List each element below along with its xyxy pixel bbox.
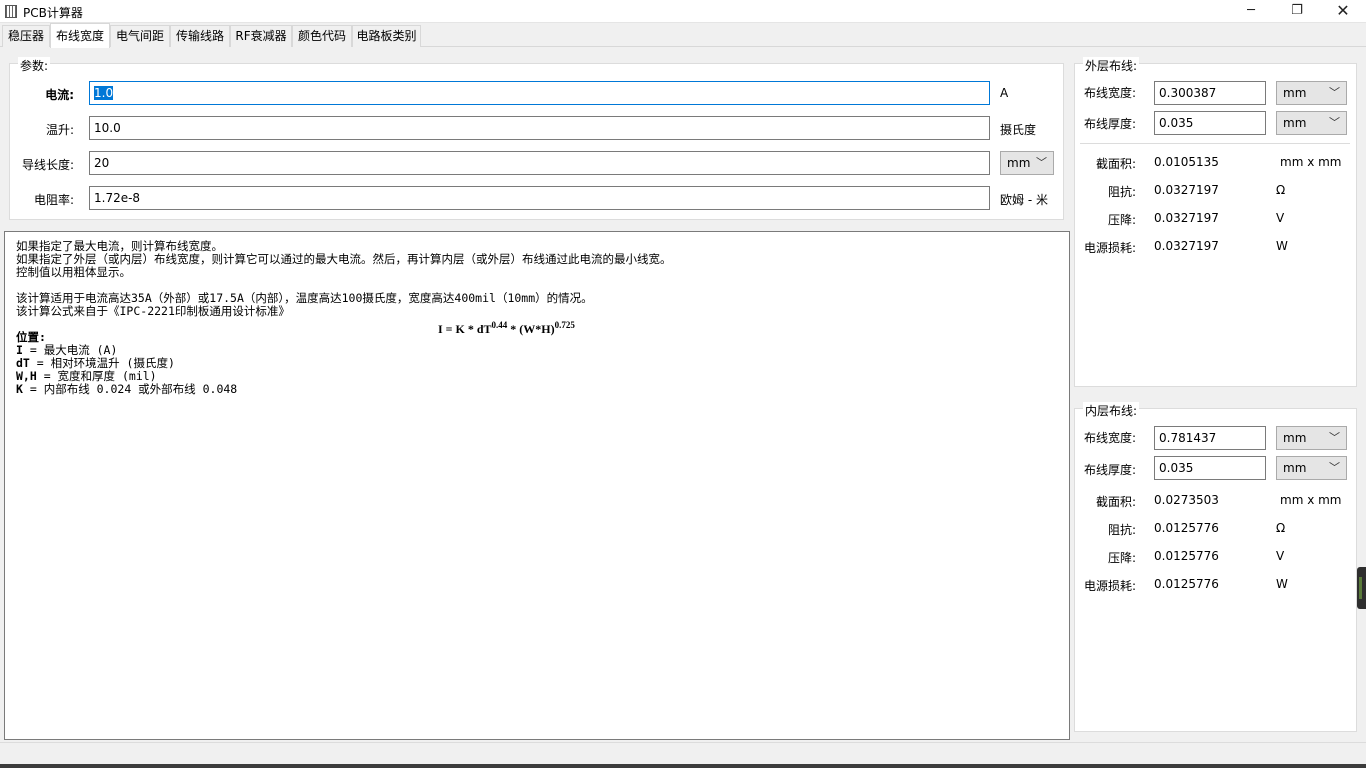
desc-line: 该计算公式来自于《IPC-2221印制板通用设计标准》 xyxy=(16,304,290,318)
chevron-down-icon: ﹀ xyxy=(1036,156,1047,169)
ext-area-unit: mm x mm xyxy=(1280,155,1342,169)
def-row: K = 内部布线 0.024 或外部布线 0.048 xyxy=(16,382,238,396)
def-row: dT = 相对环境温升 (摄氏度) xyxy=(16,356,175,370)
temp-rise-label: 温升: xyxy=(45,123,74,137)
temp-rise-unit: 摄氏度 xyxy=(1000,123,1037,137)
int-width-unit-select[interactable]: mm ﹀ xyxy=(1276,426,1347,450)
tab-clearance[interactable]: 电气间距 xyxy=(110,25,170,47)
tab-transmission-line[interactable]: 传输线路 xyxy=(170,25,230,47)
ext-thickness-label: 布线厚度: xyxy=(1083,117,1136,131)
int-area-unit: mm x mm xyxy=(1280,493,1342,507)
ext-width-input[interactable]: 0.300387 xyxy=(1154,81,1266,105)
resistivity-unit: 欧姆 - 米 xyxy=(1000,193,1048,207)
int-resistance-unit: Ω xyxy=(1276,521,1286,535)
conductor-length-label: 导线长度: xyxy=(21,158,74,172)
int-area-label: 截面积: xyxy=(1095,495,1136,509)
int-power-loss-label: 电源损耗: xyxy=(1083,579,1136,593)
maximize-button[interactable]: ❐ xyxy=(1274,0,1320,23)
ext-power-loss-value: 0.0327197 xyxy=(1154,239,1219,253)
int-voltage-drop-label: 压降: xyxy=(1107,551,1136,565)
close-button[interactable]: ✕ xyxy=(1320,0,1366,23)
taskbar-edge xyxy=(0,764,1366,768)
resistivity-label: 电阻率: xyxy=(33,193,74,207)
ext-resistance-unit: Ω xyxy=(1276,183,1286,197)
tab-board-class[interactable]: 电路板类别 xyxy=(352,25,421,47)
int-resistance-value: 0.0125776 xyxy=(1154,521,1219,535)
description-panel: 如果指定了最大电流，则计算布线宽度。 如果指定了外层（或内层）布线宽度，则计算它… xyxy=(4,231,1070,740)
window-title: PCB计算器 xyxy=(23,6,83,20)
int-voltage-drop-unit: V xyxy=(1276,549,1285,563)
ext-power-loss-label: 电源损耗: xyxy=(1083,241,1136,255)
tab-bar: 稳压器 布线宽度 电气间距 传输线路 RF衰减器 颜色代码 电路板类别 xyxy=(0,23,1366,48)
parameters-group-title: 参数: xyxy=(18,57,51,74)
resistivity-input[interactable]: 1.72e-8 xyxy=(89,186,990,210)
ext-power-loss-unit: W xyxy=(1276,239,1288,253)
current-label: 电流: xyxy=(45,88,74,102)
current-unit: A xyxy=(1000,86,1009,100)
int-width-input[interactable]: 0.781437 xyxy=(1154,426,1266,450)
side-panel-handle[interactable] xyxy=(1357,567,1366,609)
ext-thickness-unit-select[interactable]: mm ﹀ xyxy=(1276,111,1347,135)
int-area-value: 0.0273503 xyxy=(1154,493,1219,507)
separator xyxy=(1080,143,1350,144)
internal-group-title: 内层布线: xyxy=(1083,402,1140,419)
chevron-down-icon: ﹀ xyxy=(1329,86,1340,99)
ext-width-unit-select[interactable]: mm ﹀ xyxy=(1276,81,1347,105)
ext-area-label: 截面积: xyxy=(1095,157,1136,171)
ext-width-label: 布线宽度: xyxy=(1083,86,1136,100)
tab-rf-attenuator[interactable]: RF衰减器 xyxy=(230,25,292,47)
conductor-length-input[interactable]: 20 xyxy=(89,151,990,175)
int-thickness-unit-select[interactable]: mm ﹀ xyxy=(1276,456,1347,480)
desc-line: 如果指定了外层（或内层）布线宽度，则计算它可以通过的最大电流。然后，再计算内层（… xyxy=(16,252,672,266)
ext-thickness-input[interactable]: 0.035 xyxy=(1154,111,1266,135)
int-power-loss-value: 0.0125776 xyxy=(1154,577,1219,591)
ext-voltage-drop-label: 压降: xyxy=(1107,213,1136,227)
title-bar: PCB计算器 ─ ❐ ✕ xyxy=(0,0,1366,23)
int-width-label: 布线宽度: xyxy=(1083,431,1136,445)
int-thickness-label: 布线厚度: xyxy=(1083,463,1136,477)
temp-rise-input[interactable]: 10.0 xyxy=(89,116,990,140)
minimize-button[interactable]: ─ xyxy=(1228,0,1274,23)
ext-voltage-drop-value: 0.0327197 xyxy=(1154,211,1219,225)
chevron-down-icon: ﹀ xyxy=(1329,431,1340,444)
ext-resistance-value: 0.0327197 xyxy=(1154,183,1219,197)
ext-resistance-label: 阻抗: xyxy=(1107,185,1136,199)
ext-voltage-drop-unit: V xyxy=(1276,211,1285,225)
int-resistance-label: 阻抗: xyxy=(1107,523,1136,537)
int-thickness-input[interactable]: 0.035 xyxy=(1154,456,1266,480)
desc-line: 控制值以用粗体显示。 xyxy=(16,265,131,279)
external-group-title: 外层布线: xyxy=(1083,57,1140,74)
current-input[interactable]: 1.0 xyxy=(89,81,990,105)
int-power-loss-unit: W xyxy=(1276,577,1288,591)
ext-area-value: 0.0105135 xyxy=(1154,155,1219,169)
conductor-length-unit-select[interactable]: mm ﹀ xyxy=(1000,151,1054,175)
tab-regulator[interactable]: 稳压器 xyxy=(2,25,50,47)
formula: I = K * dT0.44 * (W*H)0.725 xyxy=(438,320,575,336)
pcb-app-icon xyxy=(5,5,17,18)
chevron-down-icon: ﹀ xyxy=(1329,461,1340,474)
chevron-down-icon: ﹀ xyxy=(1329,116,1340,129)
tab-color-code[interactable]: 颜色代码 xyxy=(292,25,352,47)
int-voltage-drop-value: 0.0125776 xyxy=(1154,549,1219,563)
tab-track-width[interactable]: 布线宽度 xyxy=(50,23,110,48)
